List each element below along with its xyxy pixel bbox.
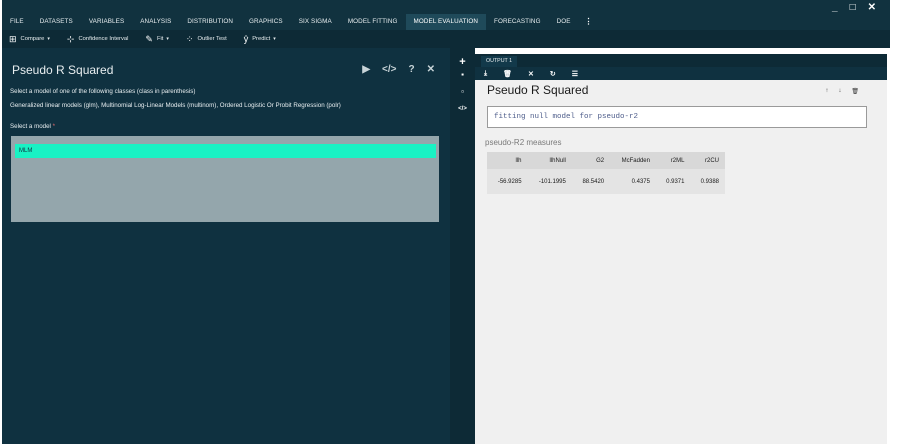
compare-icon: ⊞ <box>9 33 17 44</box>
help-icon[interactable]: ? <box>409 64 415 75</box>
export-icon[interactable]: ⤓ <box>484 70 487 78</box>
column-header-llh: llh <box>487 152 528 169</box>
predict-icon: ŷ <box>243 34 249 44</box>
code-view-icon[interactable]: </> <box>450 106 475 112</box>
fit-button[interactable]: ✎ Fit ▾ <box>145 34 169 45</box>
list-icon[interactable]: ☰ <box>572 70 578 78</box>
output-item-actions: ↑ ↓ 🗑 <box>825 88 859 95</box>
table-header-row: llh llhNull G2 McFadden r2ML r2CU <box>487 152 725 169</box>
menu-variables[interactable]: VARIABLES <box>81 14 132 30</box>
menu-model-fitting[interactable]: MODEL FITTING <box>340 14 406 30</box>
output-title: Pseudo R Squared <box>487 83 589 97</box>
column-header-r2cu: r2CU <box>690 152 725 169</box>
confidence-interval-button[interactable]: ⊹ Confidence Interval <box>67 34 129 45</box>
toolbar-label: Fit <box>156 36 164 42</box>
refresh-icon[interactable]: ↻ <box>550 70 556 78</box>
column-header-mcfadden: McFadden <box>610 152 656 169</box>
output-toolbar: ⤓ 🗑 ✕ ↻ ☰ <box>475 67 887 80</box>
chevron-down-icon: ▾ <box>273 36 276 42</box>
window-icon[interactable]: ▫ <box>450 87 475 96</box>
table-cell: 0.9388 <box>690 169 725 194</box>
description-line-2: Generalized linear models (glm), Multino… <box>10 102 341 109</box>
pencil-icon: ✎ <box>145 33 153 44</box>
table-cell: 88.5420 <box>571 169 611 194</box>
required-mark: * <box>52 123 56 130</box>
select-model-label: Select a model * <box>10 123 56 130</box>
menu-six-sigma[interactable]: SIX SIGMA <box>291 14 340 30</box>
table-cell: -56.9285 <box>487 169 528 194</box>
menu-model-evaluation[interactable]: MODEL EVALUATION <box>405 14 486 30</box>
add-output-icon[interactable]: + <box>450 56 475 68</box>
toolbar-label: Compare <box>20 36 45 42</box>
panel-title: Pseudo R Squared <box>12 63 114 77</box>
save-output-icon[interactable]: ▪ <box>450 70 475 79</box>
tab-output-1[interactable]: OUTPUT 1 <box>481 56 518 67</box>
close-output-icon[interactable]: ✕ <box>528 70 534 78</box>
code-icon[interactable]: </> <box>382 64 396 75</box>
analysis-panel: Pseudo R Squared ▶ </> ? ✕ Select a mode… <box>2 48 450 444</box>
outlier-test-button[interactable]: ⁘ Outlier Test <box>186 34 227 45</box>
app-window: _ □ ✕ FILE DATASETS VARIABLES ANALYSIS DISTR… <box>0 0 897 444</box>
close-icon[interactable]: ✕ <box>427 64 435 75</box>
move-up-icon[interactable]: ↑ <box>825 88 828 95</box>
run-icon[interactable]: ▶ <box>362 64 370 75</box>
more-menu-icon[interactable]: ⋮ <box>579 14 599 30</box>
table-title: pseudo-R2 measures <box>485 138 562 147</box>
maximize-button[interactable]: □ <box>850 2 856 13</box>
table-body: -56.9285 -101.1995 88.5420 0.4375 0.9371 0.93… <box>487 169 725 194</box>
column-header-r2ml: r2ML <box>655 152 691 169</box>
chevron-down-icon: ▾ <box>47 36 50 42</box>
menu-distribution[interactable]: DISTRIBUTION <box>179 14 241 30</box>
delete-item-icon[interactable]: 🗑 <box>851 88 859 95</box>
toolbar-label: Confidence Interval <box>78 36 129 42</box>
menu-datasets[interactable]: DATASETS <box>32 14 81 30</box>
ribbon-toolbar: ⊞ Compare ▾ ⊹ Confidence Interval ✎ Fit ▾ ⁘ Outli… <box>2 30 890 48</box>
menu-bar: _ □ ✕ FILE DATASETS VARIABLES ANALYSIS DISTR… <box>2 0 890 30</box>
menu-file[interactable]: FILE <box>2 14 32 30</box>
trash-icon[interactable]: 🗑 <box>503 70 512 78</box>
table-cell: 0.4375 <box>610 169 656 194</box>
column-header-g2: G2 <box>571 152 611 169</box>
output-sidebar: + ▪ ▫ </> <box>450 48 475 444</box>
model-listbox[interactable]: MLM <box>11 136 439 222</box>
menu-forecasting[interactable]: FORECASTING <box>486 14 549 30</box>
menu-analysis[interactable]: ANALYSIS <box>132 14 179 30</box>
window-controls: _ □ ✕ <box>832 2 876 13</box>
panel-actions: ▶ </> ? ✕ <box>362 64 435 75</box>
close-window-button[interactable]: ✕ <box>868 2 876 13</box>
scatter-icon: ⁘ <box>185 33 194 44</box>
toolbar-label: Outlier Test <box>197 36 227 42</box>
compare-button[interactable]: ⊞ Compare ▾ <box>9 34 50 45</box>
toolbar-label: Predict <box>252 36 271 42</box>
table-row: -56.9285 -101.1995 88.5420 0.4375 0.9371 0.93… <box>487 169 725 194</box>
move-down-icon[interactable]: ↓ <box>838 88 841 95</box>
menu-doe[interactable]: DOE <box>549 14 579 30</box>
chevron-down-icon: ▾ <box>166 36 169 42</box>
table-cell: -101.1995 <box>527 169 572 194</box>
minimize-button[interactable]: _ <box>832 2 838 13</box>
table-cell: 0.9371 <box>655 169 691 194</box>
column-header-llhnull: llhNull <box>527 152 572 169</box>
model-option-mlm[interactable]: MLM <box>15 144 436 158</box>
pseudo-r2-table: llh llhNull G2 McFadden r2ML r2CU -56.9285 -10… <box>487 152 725 194</box>
output-panel: Pseudo R Squared ↑ ↓ 🗑 fitting null mode… <box>475 80 887 444</box>
main-menu: FILE DATASETS VARIABLES ANALYSIS DISTRIBUTIO… <box>2 14 599 30</box>
confidence-interval-icon: ⊹ <box>66 33 75 44</box>
description-line-1: Select a model of one of the following c… <box>10 88 196 95</box>
menu-graphics[interactable]: GRAPHICS <box>241 14 291 30</box>
output-tab-strip: OUTPUT 1 <box>475 54 887 67</box>
predict-button[interactable]: ŷ Predict ▾ <box>244 34 276 44</box>
code-output-box: fitting null model for pseudo-r2 <box>487 106 867 128</box>
